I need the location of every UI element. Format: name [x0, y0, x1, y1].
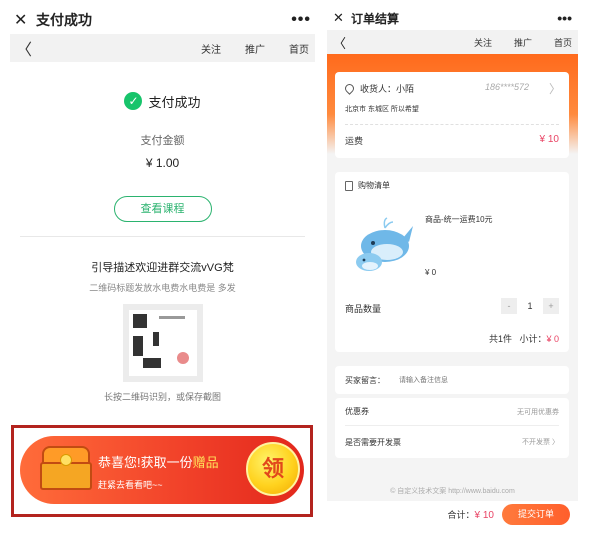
nav-home[interactable]: 首页: [289, 41, 309, 56]
invoice-row[interactable]: 是否需要开发票 不开发票 〉: [345, 428, 559, 456]
nav-bar: 〈 关注 推广 首页: [10, 34, 315, 62]
payment-content: ✓ 支付成功 支付金额 ¥ 1.00 查看课程 引导描述欢迎进群交流vVG梵 二…: [10, 62, 315, 403]
claim-gift-button[interactable]: 领: [246, 442, 300, 496]
buyer-message-card: 买家留言：: [335, 366, 569, 394]
treasure-chest-icon: [38, 446, 94, 492]
payment-success-screen: ✕ 支付成功 ••• 〈 关注 推广 首页 ✓ 支付成功 支付金额 ¥ 1.00…: [10, 6, 315, 528]
address-card[interactable]: 收货人：小陌 186****572 〉 北京市 东城区 所以希望 运费 ¥ 10: [335, 72, 569, 158]
freight-label: 运费: [345, 136, 364, 146]
amount-label: 支付金额: [140, 135, 185, 147]
location-pin-icon: [343, 82, 356, 95]
divider: [20, 236, 305, 237]
close-icon[interactable]: ✕: [333, 10, 351, 26]
order-checkout-screen: ✕ 订单结算 ••• 〈 关注 推广 首页 收货人：小陌 186****572 …: [327, 6, 578, 528]
cart-summary: 共1件 小计：¥ 0: [489, 332, 559, 345]
gift-subtitle: 赶紧去看看吧~~: [98, 480, 163, 490]
subtotal-label: 小计：: [519, 334, 547, 344]
subtotal-value: ¥ 0: [546, 334, 559, 344]
guide-title: 引导描述欢迎进群交流vVG梵: [91, 262, 234, 274]
amount-value: ¥ 1.00: [145, 156, 180, 170]
nav-follow[interactable]: 关注: [474, 36, 492, 49]
buyer-message-input[interactable]: [399, 374, 559, 386]
invoice-label: 是否需要开发票: [345, 437, 401, 447]
guide-subtitle: 二维码标题发放水电费水电费是 多发: [89, 283, 236, 293]
total-value: ¥ 10: [474, 510, 494, 521]
gift-banner-frame: 恭喜您!获取一份赠品 赶紧去看看吧~~ 领: [11, 425, 313, 517]
qr-tip: 长按二维码识别，或保存截图: [103, 392, 221, 402]
gift-title-highlight: 赠品: [192, 455, 219, 470]
title-bar: ✕ 支付成功 •••: [10, 6, 315, 34]
increase-button[interactable]: +: [543, 298, 559, 314]
nav-promote[interactable]: 推广: [245, 41, 265, 56]
invoice-value: 不开发票 〉: [522, 439, 559, 446]
check-icon: ✓: [124, 92, 143, 110]
quantity-stepper: - 1 +: [501, 298, 559, 314]
total-label: 合计：: [447, 510, 475, 520]
chevron-right-icon: 〉: [548, 82, 561, 96]
close-icon[interactable]: ✕: [14, 10, 36, 30]
footer-note[interactable]: © 自定义技术文案 http://www.baidu.com: [327, 486, 578, 496]
nav-follow[interactable]: 关注: [201, 41, 221, 56]
recipient-phone: 186****572: [485, 82, 530, 92]
shopping-list-header: 购物清单: [345, 180, 390, 191]
gift-title: 恭喜您!获取一份赠品: [98, 452, 219, 471]
submit-order-button[interactable]: 提交订单: [502, 504, 570, 525]
product-name: 商品-统一运费10元: [425, 215, 493, 224]
product-price: ¥ 0: [425, 268, 437, 277]
page-title: 支付成功: [36, 12, 92, 28]
gift-title-prefix: 恭喜您!获取一份: [98, 455, 193, 470]
nav-home[interactable]: 首页: [554, 36, 572, 49]
item-count: 共1件: [488, 334, 512, 344]
divider: [345, 124, 559, 125]
recipient-name: 收货人：小陌: [360, 84, 415, 94]
title-bar: ✕ 订单结算 •••: [327, 6, 578, 30]
coupon-value: 无可用优惠券: [517, 408, 559, 416]
more-menu-icon[interactable]: •••: [291, 11, 311, 29]
page-title: 订单结算: [351, 11, 400, 26]
address-line: 北京市 东城区 所以希望: [345, 106, 419, 113]
back-icon[interactable]: 〈: [333, 33, 452, 52]
back-icon[interactable]: 〈: [16, 36, 177, 60]
coupon-row[interactable]: 优惠券 无可用优惠券: [345, 398, 559, 426]
shopping-list-card: 购物清单 商品-统一运费10元 ¥ 0 商品数量 - 1 + 共1件 小计：¥ …: [335, 172, 569, 352]
checkout-bar: 合计：¥ 10 提交订单: [327, 501, 578, 528]
quantity-value[interactable]: 1: [519, 298, 541, 314]
nav-bar: 〈 关注 推广 首页: [327, 30, 578, 54]
coupon-label: 优惠券: [345, 407, 369, 416]
list-icon: [345, 180, 353, 191]
nav-promote[interactable]: 推广: [514, 36, 532, 49]
view-course-button[interactable]: 查看课程: [113, 196, 212, 222]
payment-status-text: 支付成功: [148, 94, 201, 110]
qr-code-image: [128, 310, 197, 376]
buyer-message-label: 买家留言：: [345, 376, 385, 385]
total: 合计：¥ 10: [448, 508, 494, 521]
decrease-button[interactable]: -: [501, 298, 517, 314]
freight-value: ¥ 10: [539, 134, 559, 145]
quantity-label: 商品数量: [345, 304, 382, 314]
product-image: [356, 217, 413, 271]
recipient-row: 收货人：小陌: [343, 82, 415, 95]
gift-banner[interactable]: 恭喜您!获取一份赠品 赶紧去看看吧~~ 领: [20, 436, 304, 504]
more-menu-icon[interactable]: •••: [557, 10, 572, 26]
shopping-list-title: 购物清单: [358, 181, 390, 190]
options-card: 优惠券 无可用优惠券 是否需要开发票 不开发票 〉: [335, 398, 569, 458]
screenshot-root: ✕ 支付成功 ••• 〈 关注 推广 首页 ✓ 支付成功 支付金额 ¥ 1.00…: [0, 0, 589, 538]
qr-code[interactable]: [122, 304, 203, 382]
payment-status: ✓ 支付成功: [10, 90, 315, 112]
